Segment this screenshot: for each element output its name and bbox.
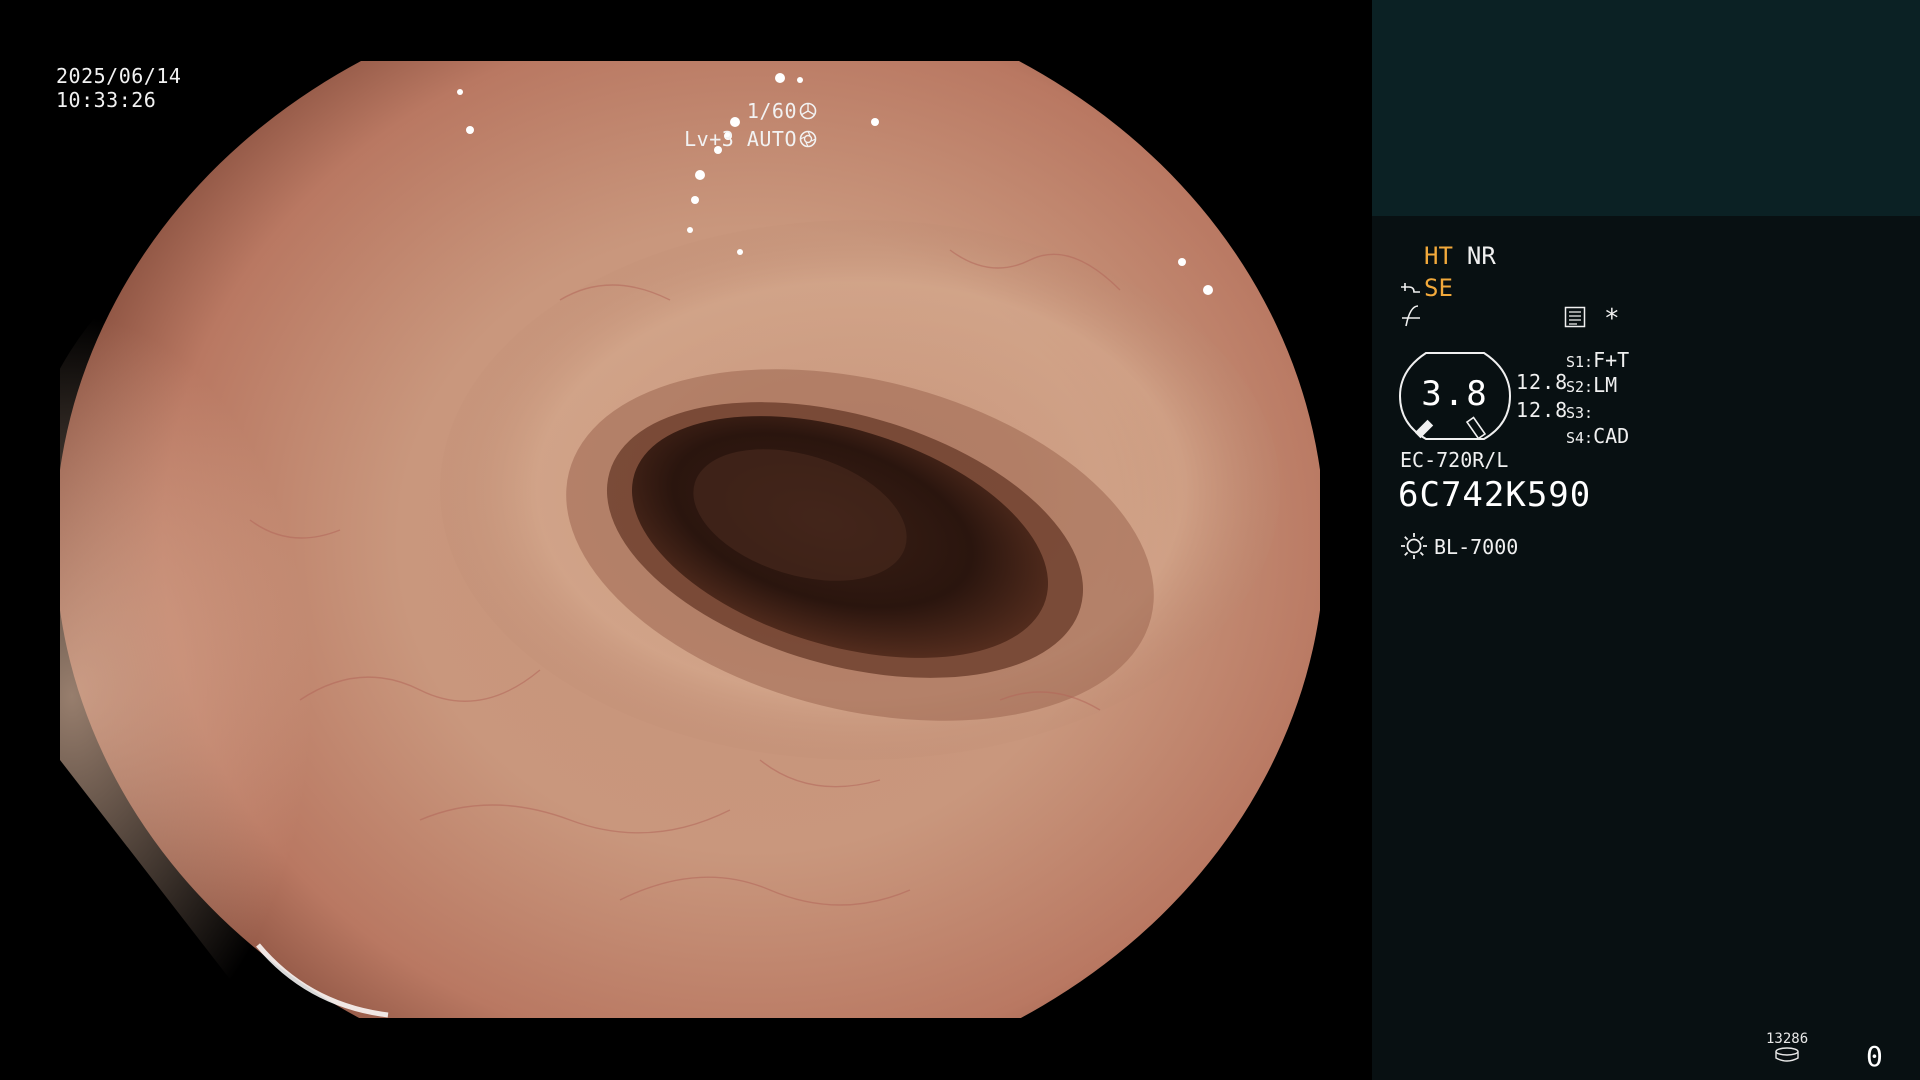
zoom-gauge: 3.8 <box>1398 350 1512 442</box>
switch-4: S4:CAD <box>1566 424 1629 450</box>
light-source-label: BL-7000 <box>1434 535 1519 559</box>
switch-1-key: S1: <box>1566 353 1594 371</box>
time-text: 10:33:26 <box>56 88 157 112</box>
switch-3-key: S3: <box>1566 404 1594 422</box>
tone-curve-icon <box>1402 305 1420 327</box>
scope-model: EC-720R/L <box>1400 448 1509 472</box>
value-a: 12.8 <box>1516 370 1569 394</box>
shutter-speed-display: 1/60 <box>747 99 817 123</box>
nr-indicator: NR <box>1466 242 1496 270</box>
switch-2-key: S2: <box>1566 378 1594 396</box>
switch-4-key: S4: <box>1566 429 1594 447</box>
se-mode: SE <box>1400 274 1453 302</box>
switch-2: S2:LM <box>1566 373 1617 399</box>
brightness-level-display: Lv+3 AUTO <box>684 127 817 151</box>
image-index: 0 <box>1866 1040 1883 1073</box>
value-b: 12.8 <box>1516 398 1569 422</box>
tone-curve <box>1400 304 1422 332</box>
date-time-display: 2025/06/14 10:33:26 <box>56 64 181 112</box>
zoom-value: 3.8 <box>1421 374 1489 414</box>
panel-header-area <box>1372 0 1920 216</box>
shutter-icon <box>799 102 817 120</box>
image-count: 13286 <box>1766 1031 1809 1047</box>
endoscope-view: 2025/06/14 10:33:26 1/60 Lv+3 AUTO <box>0 0 1372 1080</box>
storage-icon <box>1774 1047 1800 1067</box>
date-text: 2025/06/14 <box>56 64 182 88</box>
endoscopy-screen: 2025/06/14 10:33:26 1/60 Lv+3 AUTO HT NR … <box>0 0 1920 1080</box>
scope-icon <box>1401 283 1420 293</box>
switch-2-value: LM <box>1593 373 1618 397</box>
iris-icon <box>799 130 817 148</box>
endoscopic-image <box>60 61 1320 1018</box>
processing-modes: HT NR <box>1424 242 1496 270</box>
ht-indicator: HT <box>1424 242 1453 270</box>
info-panel: HT NR SE * 3.8 12.8 12.8 S1:F+T S2:LM S3:… <box>1372 0 1920 1080</box>
light-source: BL-7000 <box>1400 532 1518 561</box>
light-source-icon <box>1401 533 1427 559</box>
se-indicator: SE <box>1424 274 1453 302</box>
level-text: Lv+3 <box>684 127 735 151</box>
switch-4-value: CAD <box>1593 424 1630 448</box>
settings-list-icon <box>1564 306 1586 328</box>
switch-1: S1:F+T <box>1566 348 1629 374</box>
switch-1-value: F+T <box>1593 348 1630 372</box>
shutter-text: 1/60 <box>746 99 797 123</box>
switch-3: S3: <box>1566 399 1593 425</box>
settings-indicator <box>1564 306 1586 332</box>
star-indicator: * <box>1604 304 1620 334</box>
scope-serial: 6C742K590 <box>1398 475 1592 515</box>
exposure-mode-text: AUTO <box>746 127 797 151</box>
